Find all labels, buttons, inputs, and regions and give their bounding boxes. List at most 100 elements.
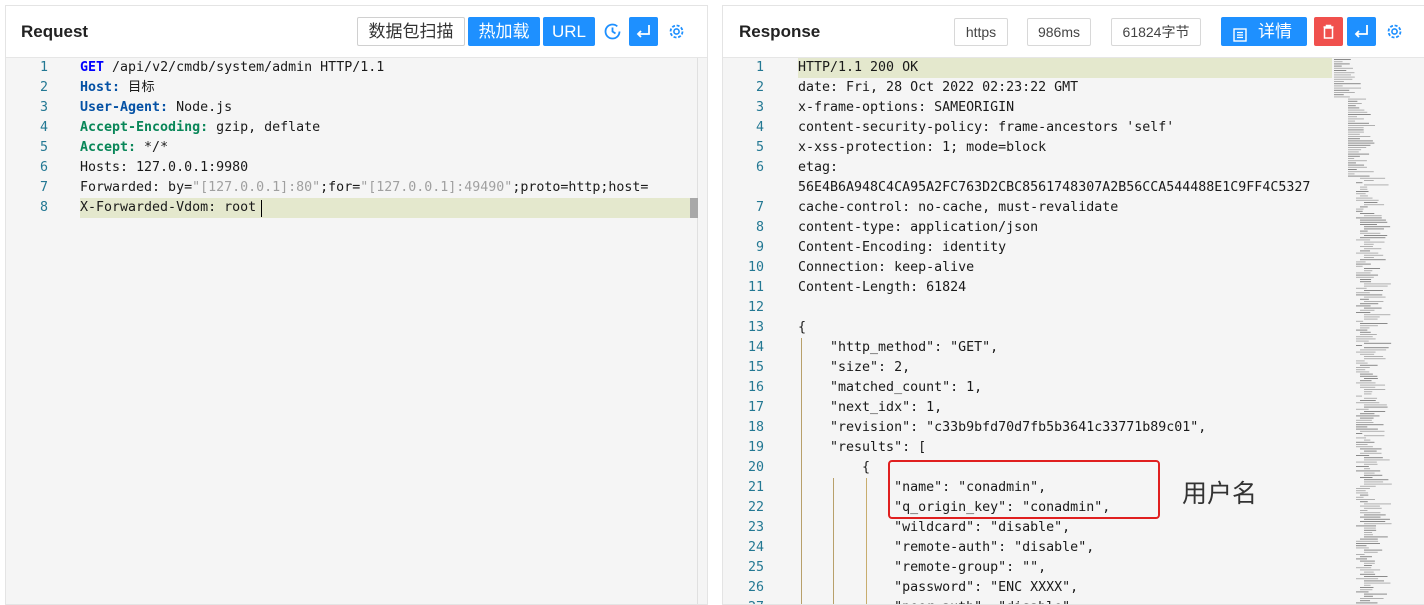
minimap-line bbox=[1364, 290, 1383, 291]
minimap-line bbox=[1360, 213, 1375, 214]
minimap-line bbox=[1356, 547, 1369, 549]
minimap-line bbox=[1348, 100, 1358, 102]
minimap-line bbox=[1356, 182, 1363, 184]
minimap-line bbox=[1364, 228, 1384, 230]
minimap-line bbox=[1364, 314, 1391, 316]
code-text: Accept-Encoding: gzip, deflate bbox=[80, 118, 320, 138]
trash-icon[interactable] bbox=[1314, 17, 1343, 46]
minimap-line bbox=[1356, 294, 1383, 296]
code-text: "matched_count": 1, bbox=[798, 380, 983, 395]
minimap-line bbox=[1360, 556, 1372, 558]
minimap-line bbox=[1364, 307, 1382, 309]
response-line: 8 content-type: application/json bbox=[723, 218, 1424, 238]
history-icon[interactable] bbox=[598, 17, 627, 46]
minimap-line bbox=[1356, 415, 1380, 417]
minimap-line bbox=[1360, 521, 1386, 522]
minimap-line bbox=[1364, 450, 1377, 452]
line-number: 4 bbox=[39, 120, 48, 135]
request-line: 2 Host: 目标 bbox=[6, 78, 707, 98]
code-minimap[interactable] bbox=[1334, 57, 1412, 605]
minimap-line bbox=[1364, 301, 1384, 302]
code-text: "size": 2, bbox=[798, 360, 911, 375]
minimap-line bbox=[1360, 246, 1373, 247]
code-token: Accept: bbox=[80, 140, 137, 155]
minimap-line bbox=[1356, 402, 1380, 404]
response-editor[interactable]: 1 HTTP/1.1 200 OK 2 date: Fri, 28 Oct 2022 … bbox=[723, 57, 1424, 604]
minimap-line bbox=[1360, 538, 1378, 540]
response-line: 11 Content-Length: 61824 bbox=[723, 278, 1424, 298]
minimap-line bbox=[1334, 65, 1342, 67]
line-number: 16 bbox=[747, 380, 764, 395]
minimap-line bbox=[1334, 92, 1355, 93]
request-line: 8 X-Forwarded-Vdom: root bbox=[6, 198, 707, 218]
minimap-line bbox=[1356, 193, 1366, 195]
wrap-icon[interactable] bbox=[629, 17, 658, 46]
response-line: 27 "peer-auth": "disable", bbox=[723, 598, 1424, 604]
minimap-line bbox=[1356, 558, 1368, 560]
code-text: content-type: application/json bbox=[798, 220, 1039, 235]
response-line: 10 Connection: keep-alive bbox=[723, 258, 1424, 278]
minimap-line bbox=[1348, 155, 1360, 157]
line-number: 10 bbox=[747, 260, 764, 275]
minimap-line bbox=[1356, 272, 1371, 274]
request-header: Request 数据包扫描 热加载 URL bbox=[6, 6, 707, 57]
line-number: 11 bbox=[747, 280, 764, 295]
minimap-line bbox=[1364, 518, 1390, 520]
minimap-line bbox=[1334, 61, 1343, 63]
minimap-line bbox=[1360, 516, 1381, 518]
settings-icon[interactable] bbox=[662, 17, 691, 46]
minimap-line bbox=[1364, 582, 1391, 584]
minimap-line bbox=[1356, 336, 1373, 338]
minimap-line bbox=[1348, 164, 1365, 166]
minimap-line bbox=[1348, 127, 1364, 129]
minimap-line bbox=[1360, 206, 1368, 208]
minimap-line bbox=[1348, 107, 1360, 109]
minimap-line bbox=[1360, 323, 1388, 324]
code-text: Content-Length: 61824 bbox=[798, 280, 967, 295]
minimap-line bbox=[1356, 292, 1370, 294]
minimap-line bbox=[1360, 230, 1368, 232]
minimap-line bbox=[1356, 208, 1364, 210]
minimap-line bbox=[1356, 446, 1373, 448]
details-button[interactable]: 详情 bbox=[1221, 17, 1307, 46]
minimap-line bbox=[1364, 439, 1371, 441]
response-line: 24 "remote-auth": "disable", bbox=[723, 538, 1424, 558]
minimap-line bbox=[1360, 259, 1386, 261]
minimap-line bbox=[1360, 587, 1374, 588]
minimap-line bbox=[1348, 109, 1365, 111]
line-number: 2 bbox=[755, 80, 764, 95]
minimap-line bbox=[1348, 153, 1370, 155]
minimap-line bbox=[1360, 494, 1369, 496]
code-text: date: Fri, 28 Oct 2022 02:23:22 GMT bbox=[798, 80, 1079, 95]
minimap-line bbox=[1364, 411, 1386, 412]
request-line: 5 Accept: */* bbox=[6, 138, 707, 158]
minimap-line bbox=[1364, 404, 1387, 406]
minimap-line bbox=[1360, 353, 1375, 355]
response-line: 5 x-xss-protection: 1; mode=block bbox=[723, 138, 1424, 158]
url-button[interactable]: URL bbox=[543, 17, 595, 46]
line-number: 13 bbox=[747, 320, 764, 335]
hot-load-button[interactable]: 热加载 bbox=[468, 17, 540, 46]
minimap-line bbox=[1364, 397, 1378, 399]
minimap-line bbox=[1364, 378, 1378, 379]
minimap-line bbox=[1348, 149, 1362, 151]
minimap-line bbox=[1364, 184, 1389, 186]
wrap-icon[interactable] bbox=[1347, 17, 1376, 46]
code-token: Hosts: 127.0.0.1:9980 bbox=[80, 160, 249, 175]
minimap-line bbox=[1356, 490, 1366, 492]
minimap-line bbox=[1364, 562, 1375, 564]
request-editor[interactable]: 1 GET /api/v2/cmdb/system/admin HTTP/1.1 2… bbox=[6, 57, 707, 604]
code-token: "[127.0.0.1]:80" bbox=[192, 180, 321, 195]
minimap-line bbox=[1356, 199, 1379, 201]
line-number: 7 bbox=[39, 180, 48, 195]
request-title: Request bbox=[21, 22, 89, 41]
minimap-line bbox=[1360, 430, 1385, 432]
minimap-line bbox=[1356, 345, 1363, 346]
code-text: etag: bbox=[798, 160, 839, 175]
minimap-line bbox=[1364, 391, 1373, 393]
code-token: gzip, deflate bbox=[208, 120, 321, 135]
line-number: 24 bbox=[747, 540, 764, 555]
settings-icon[interactable] bbox=[1380, 17, 1409, 46]
packet-scan-button[interactable]: 数据包扫描 bbox=[357, 17, 465, 46]
response-line: 2 date: Fri, 28 Oct 2022 02:23:22 GMT bbox=[723, 78, 1424, 98]
